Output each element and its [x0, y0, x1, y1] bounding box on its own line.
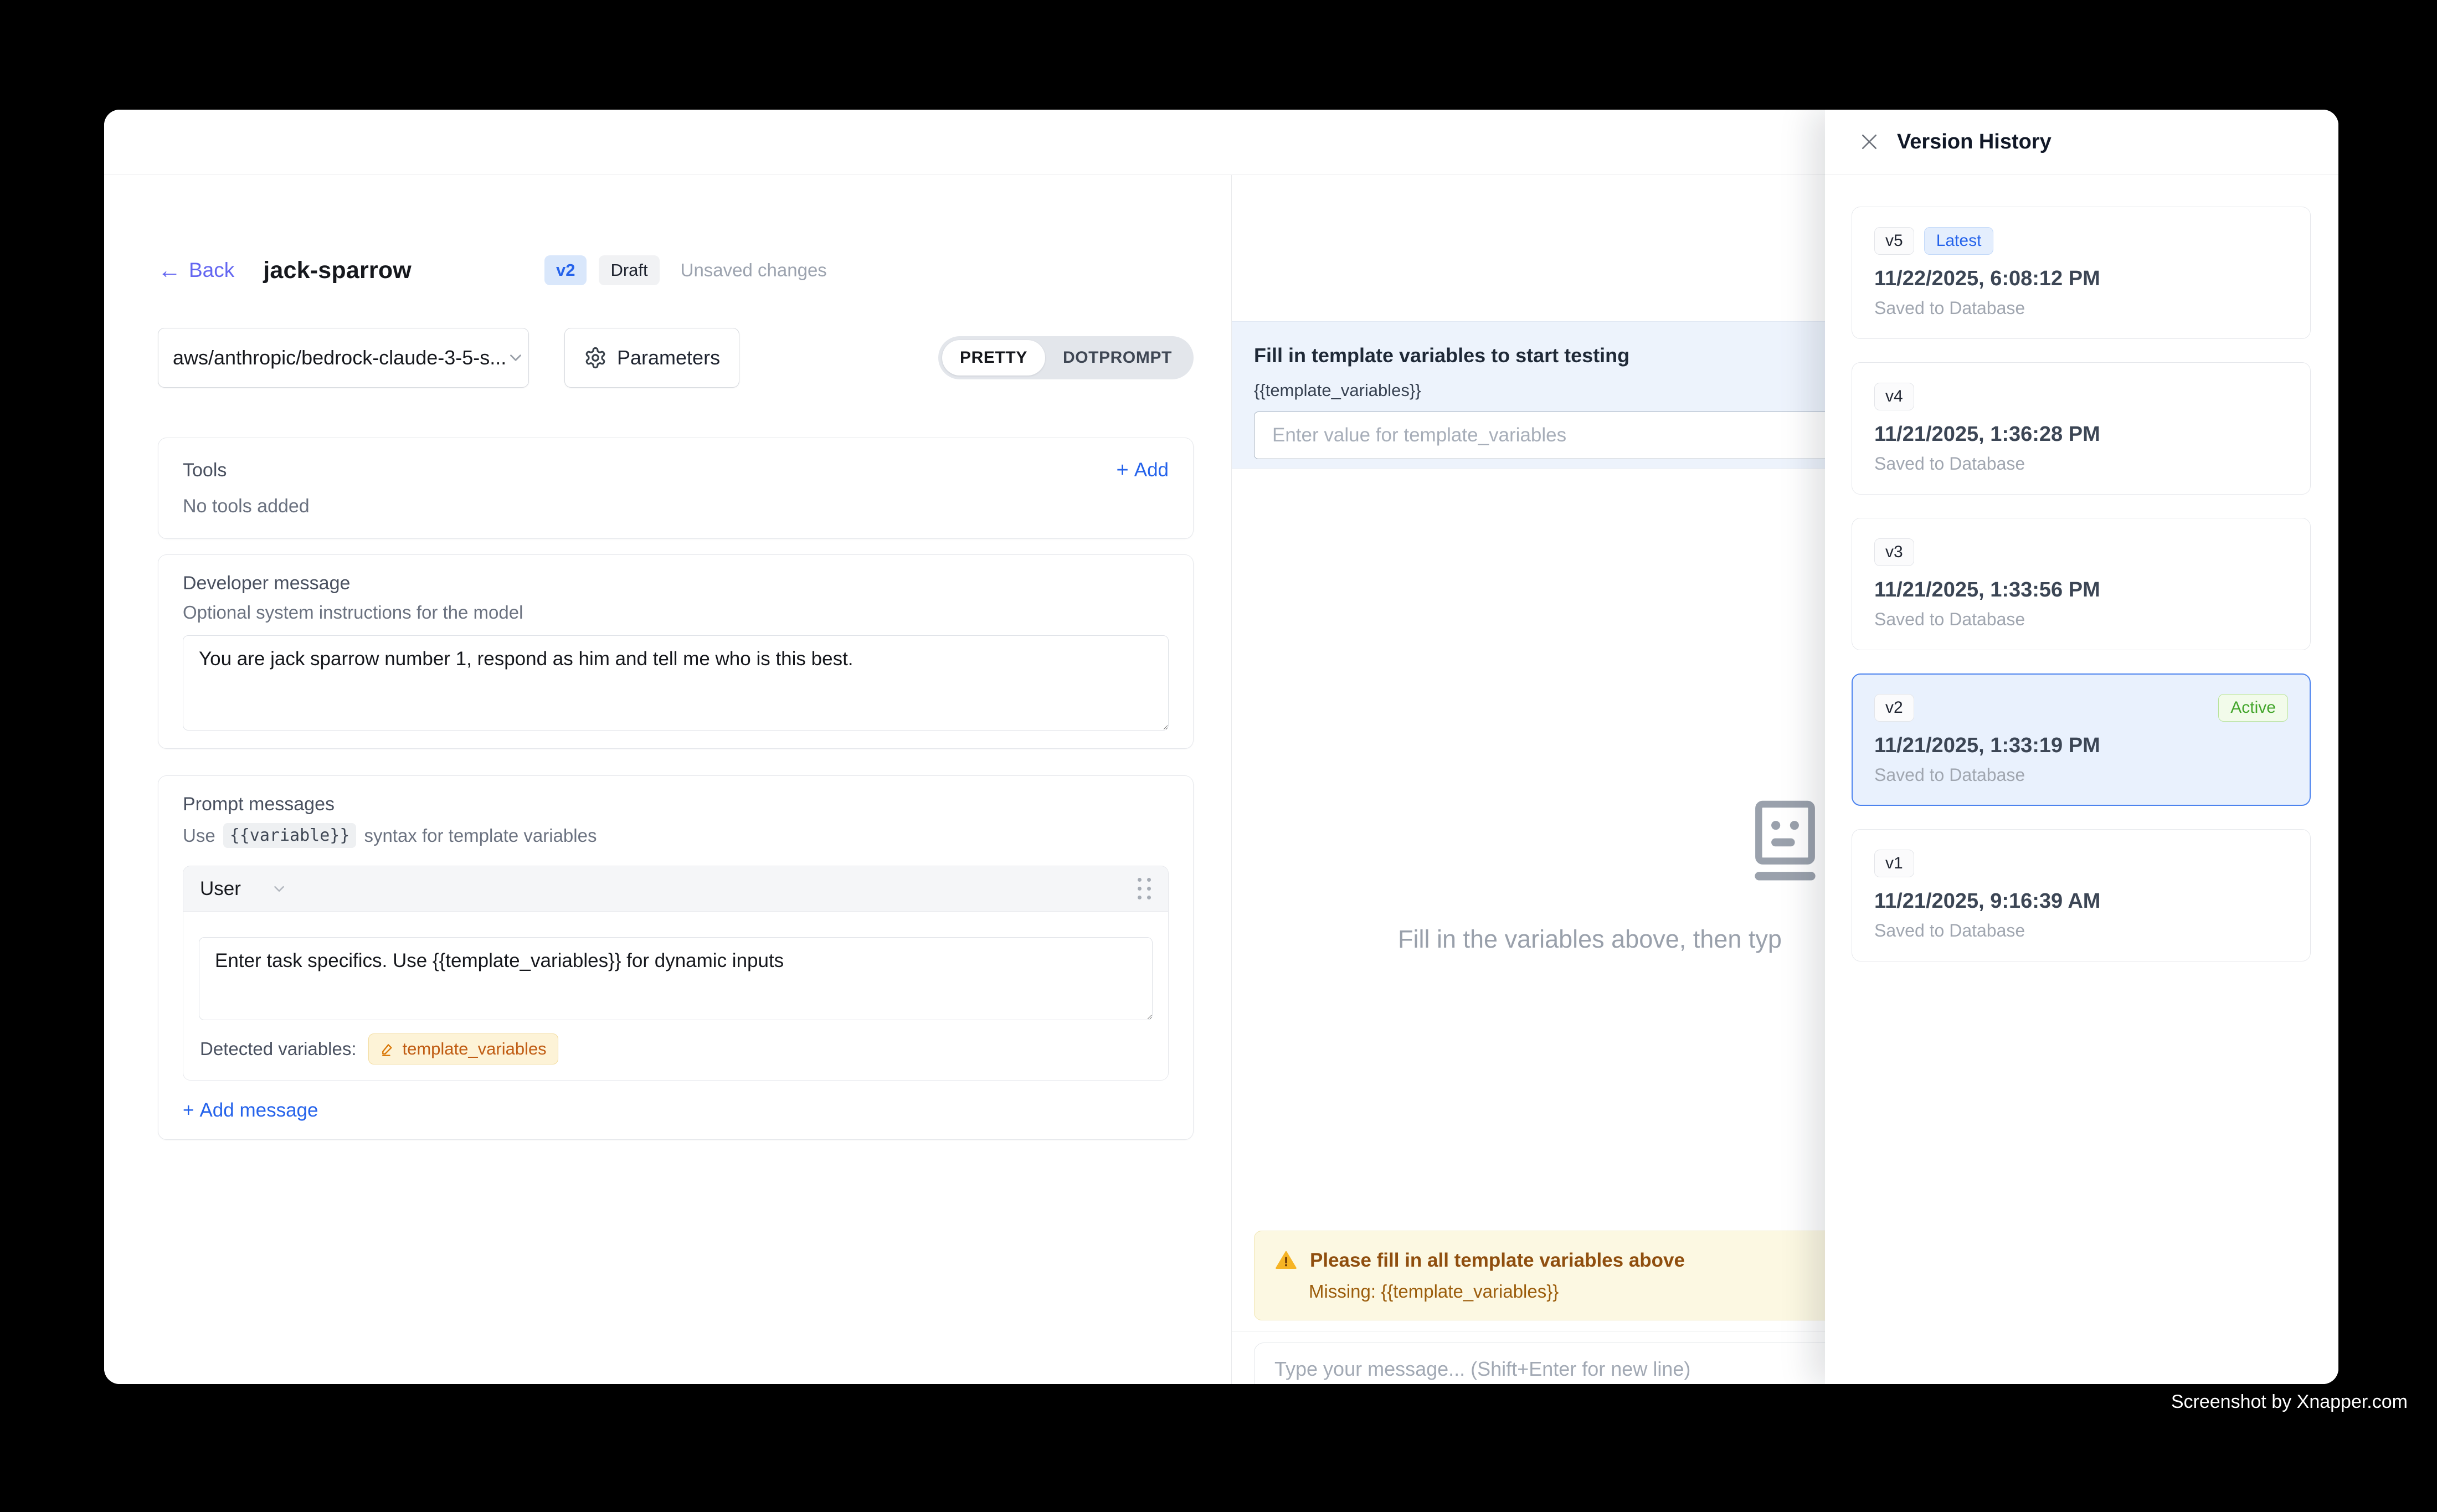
version-timestamp: 11/21/2025, 1:36:28 PM — [1874, 423, 2288, 446]
draft-badge: Draft — [599, 255, 659, 285]
tools-empty-text: No tools added — [183, 496, 1169, 517]
detected-variables-row: Detected variables: template_variables — [199, 1020, 1153, 1080]
version-tag: v5 — [1874, 227, 1914, 255]
detected-variables-label: Detected variables: — [200, 1038, 356, 1060]
version-timestamp: 11/21/2025, 1:33:56 PM — [1874, 578, 2288, 602]
add-tool-label: Add — [1134, 459, 1169, 481]
toggle-pretty[interactable]: PRETTY — [942, 340, 1045, 376]
model-toolbar: aws/anthropic/bedrock-claude-3-5-s... Pa… — [158, 328, 1194, 388]
version-tag: v3 — [1874, 538, 1914, 566]
version-timestamp: 11/22/2025, 6:08:12 PM — [1874, 267, 2288, 291]
prompt-messages-hint: Use {{variable}} syntax for template var… — [183, 823, 1169, 848]
developer-message-card: Developer message Optional system instru… — [158, 554, 1194, 749]
hint-prefix: Use — [183, 825, 215, 846]
hint-suffix: syntax for template variables — [364, 825, 597, 846]
plus-icon: + — [1117, 460, 1129, 481]
version-history-title: Version History — [1897, 130, 2052, 154]
active-badge: Active — [2218, 694, 2288, 722]
variable-syntax-chip: {{variable}} — [223, 823, 357, 848]
add-tool-button[interactable]: + Add — [1117, 459, 1169, 481]
message-block: User Enter task specifics. Use {{templat… — [183, 866, 1169, 1081]
version-timestamp: 11/21/2025, 1:33:19 PM — [1874, 734, 2288, 758]
page-header: ← Back jack-sparrow v2 Draft Unsaved cha… — [158, 249, 1194, 291]
message-body: Enter task specifics. Use {{template_var… — [183, 912, 1168, 1080]
detected-variable-name: template_variables — [402, 1039, 546, 1059]
prompt-messages-card: Prompt messages Use {{variable}} syntax … — [158, 775, 1194, 1140]
role-select-value: User — [200, 878, 241, 900]
version-card-v5[interactable]: v5 Latest 11/22/2025, 6:08:12 PM Saved t… — [1852, 207, 2311, 339]
view-mode-toggle: PRETTY DOTPROMPT — [938, 336, 1194, 379]
detected-variable-chip[interactable]: template_variables — [368, 1033, 558, 1064]
user-message-input[interactable]: Enter task specifics. Use {{template_var… — [199, 937, 1153, 1020]
back-button[interactable]: ← Back — [158, 259, 234, 282]
model-select-value: aws/anthropic/bedrock-claude-3-5-s... — [173, 346, 506, 369]
drag-handle-icon[interactable] — [1138, 878, 1151, 899]
parameters-label: Parameters — [617, 346, 720, 369]
version-tag: v1 — [1874, 850, 1914, 877]
plus-icon: + — [183, 1099, 194, 1122]
unsaved-changes-text: Unsaved changes — [681, 260, 827, 281]
version-status: Saved to Database — [1874, 765, 2288, 785]
version-tag: v2 — [1874, 694, 1914, 722]
message-header: User — [183, 866, 1168, 912]
back-label: Back — [189, 259, 234, 282]
close-icon[interactable] — [1858, 131, 1880, 153]
prompt-messages-title: Prompt messages — [183, 794, 1169, 815]
version-timestamp: 11/21/2025, 9:16:39 AM — [1874, 889, 2288, 913]
robot-face-icon — [1736, 792, 1834, 889]
version-status: Saved to Database — [1874, 454, 2288, 474]
add-message-button[interactable]: + Add message — [183, 1099, 1169, 1122]
chevron-down-icon — [271, 881, 287, 897]
developer-message-title: Developer message — [183, 573, 1169, 594]
version-card-v1[interactable]: v1 11/21/2025, 9:16:39 AM Saved to Datab… — [1852, 829, 2311, 961]
role-select[interactable]: User — [200, 878, 287, 900]
back-arrow-icon: ← — [158, 259, 181, 282]
header-badges: v2 Draft Unsaved changes — [544, 255, 827, 285]
version-list: v5 Latest 11/22/2025, 6:08:12 PM Saved t… — [1825, 174, 2338, 961]
model-select[interactable]: aws/anthropic/bedrock-claude-3-5-s... — [158, 328, 529, 388]
version-history-panel: Version History v5 Latest 11/22/2025, 6:… — [1825, 110, 2338, 1384]
version-card-v4[interactable]: v4 11/21/2025, 1:36:28 PM Saved to Datab… — [1852, 362, 2311, 495]
tools-card: Tools + Add No tools added — [158, 438, 1194, 539]
warning-title: Please fill in all template variables ab… — [1310, 1249, 1685, 1272]
version-card-v3[interactable]: v3 11/21/2025, 1:33:56 PM Saved to Datab… — [1852, 518, 2311, 650]
version-history-header: Version History — [1825, 110, 2338, 174]
version-tag: v4 — [1874, 383, 1914, 410]
prompt-editor-panel: ← Back jack-sparrow v2 Draft Unsaved cha… — [104, 175, 1231, 1384]
add-message-label: Add message — [199, 1099, 318, 1122]
developer-message-input[interactable]: You are jack sparrow number 1, respond a… — [183, 635, 1169, 731]
version-status: Saved to Database — [1874, 920, 2288, 941]
chevron-down-icon — [506, 348, 525, 367]
parameters-button[interactable]: Parameters — [564, 328, 739, 388]
developer-message-subtitle: Optional system instructions for the mod… — [183, 602, 1169, 623]
version-status: Saved to Database — [1874, 609, 2288, 630]
pencil-icon — [380, 1041, 395, 1057]
latest-badge: Latest — [1924, 227, 1994, 255]
gear-icon — [584, 346, 607, 369]
tools-title: Tools — [183, 460, 227, 481]
version-badge: v2 — [544, 255, 587, 285]
app-window: ← Back jack-sparrow v2 Draft Unsaved cha… — [104, 110, 2338, 1384]
toggle-dotprompt[interactable]: DOTPROMPT — [1045, 340, 1190, 376]
warning-icon — [1274, 1249, 1298, 1272]
watermark-text: Screenshot by Xnapper.com — [2171, 1391, 2408, 1413]
version-status: Saved to Database — [1874, 298, 2288, 318]
page-title: jack-sparrow — [263, 257, 412, 284]
version-card-v2-active[interactable]: v2 Active 11/21/2025, 1:33:19 PM Saved t… — [1852, 673, 2311, 806]
